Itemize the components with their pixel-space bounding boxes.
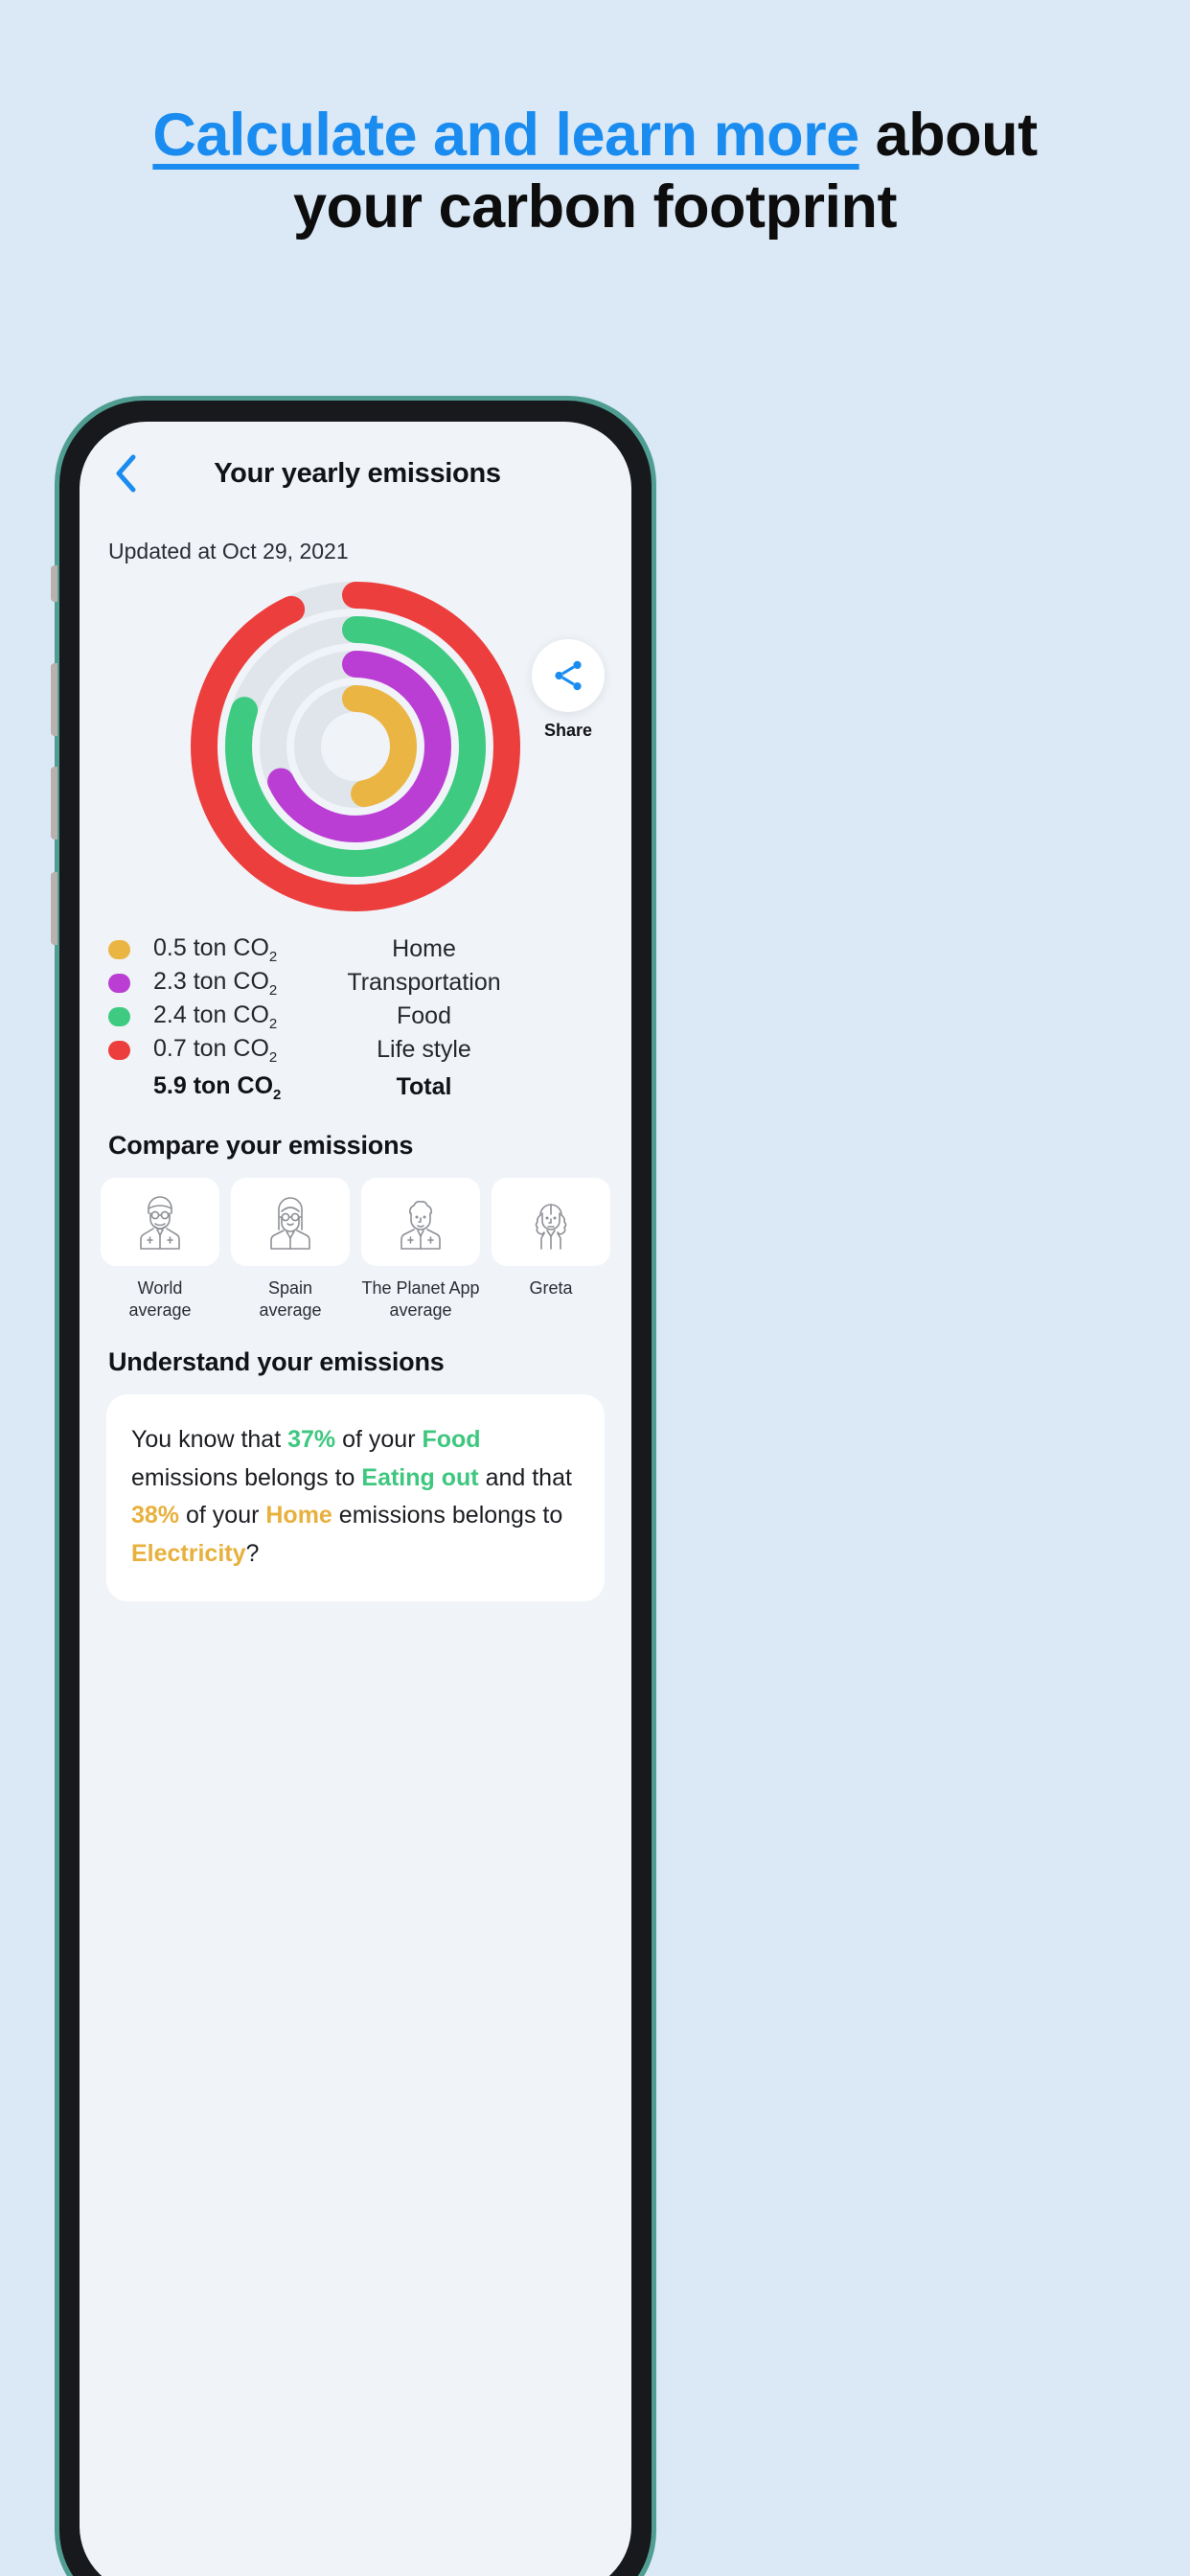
understand-text-fragment: emissions belongs to: [131, 1463, 362, 1491]
updated-at-text: Updated at Oct 29, 2021: [108, 539, 349, 564]
understand-text-fragment: Home: [265, 1502, 332, 1529]
legend-category: Food: [397, 1002, 451, 1029]
understand-text-fragment: 37%: [287, 1426, 336, 1453]
avatar-curly-man-icon: [400, 1201, 441, 1250]
legend-value: 2.3 ton CO2: [153, 967, 278, 999]
chevron-left-icon: [116, 454, 136, 493]
page-title: Your yearly emissions: [214, 457, 501, 489]
understand-text-fragment: of your: [179, 1502, 266, 1529]
understand-text-fragment: Food: [422, 1426, 481, 1453]
compare-section-title: Compare your emissions: [108, 1131, 414, 1160]
legend-color-swatch: [108, 973, 130, 993]
legend-total-spacer: [108, 1078, 130, 1097]
compare-card[interactable]: [231, 1178, 350, 1266]
understand-text-fragment: emissions belongs to: [332, 1502, 563, 1529]
compare-item-greta[interactable]: Greta: [492, 1178, 610, 1321]
compare-label: The Planet App average: [361, 1278, 480, 1320]
legend-category: Transportation: [347, 969, 501, 996]
phone-silent-switch[interactable]: [51, 565, 57, 602]
back-button[interactable]: [104, 452, 147, 494]
share-icon: [555, 660, 582, 691]
compare-label: Spain average: [259, 1278, 322, 1320]
app-header: Your yearly emissions: [80, 422, 631, 525]
legend-row: 2.3 ton CO2 Transportation: [108, 966, 603, 1000]
compare-row: World average Spain average The Planet A…: [80, 1161, 631, 1321]
legend-category: Life style: [377, 1036, 471, 1063]
legend-color-swatch: [108, 1040, 130, 1060]
legend-category: Home: [392, 935, 456, 962]
understand-text-fragment: Eating out: [361, 1463, 479, 1491]
phone-volume-up-button[interactable]: [51, 663, 57, 736]
understand-text-fragment: and that: [478, 1463, 572, 1491]
phone-volume-down-button[interactable]: [51, 767, 57, 840]
phone-power-button[interactable]: [51, 872, 57, 945]
compare-item-spain-average[interactable]: Spain average: [231, 1178, 350, 1321]
legend-row: 0.7 ton CO2 Life style: [108, 1033, 603, 1067]
understand-text-fragment: Electricity: [131, 1539, 246, 1567]
avatar-woman-glasses-icon: [270, 1197, 310, 1250]
avatar-braided-woman-icon: [535, 1204, 567, 1250]
compare-card[interactable]: [101, 1178, 219, 1266]
legend-total-row: 5.9 ton CO2 Total: [108, 1070, 603, 1104]
donut-rings: [191, 582, 520, 911]
share-button-label: Share: [543, 721, 593, 740]
understand-section-title: Understand your emissions: [108, 1347, 445, 1376]
legend-color-swatch: [108, 1006, 130, 1026]
understand-card: You know that 37% of your Food emissions…: [106, 1394, 605, 1601]
share-button[interactable]: Share: [532, 639, 605, 741]
legend-total-value: 5.9 ton CO2: [153, 1071, 282, 1103]
compare-label: Greta: [529, 1278, 573, 1298]
legend-row: 2.4 ton CO2 Food: [108, 1000, 603, 1033]
legend-value: 0.5 ton CO2: [153, 933, 278, 965]
compare-card[interactable]: [492, 1178, 610, 1266]
understand-text-fragment: ?: [245, 1539, 260, 1567]
phone-screen: Your yearly emissions Updated at Oct 29,…: [80, 422, 631, 2576]
headline-link[interactable]: Calculate and learn more: [152, 102, 859, 169]
understand-text-fragment: You know that: [131, 1426, 288, 1453]
share-button-circle[interactable]: [532, 639, 605, 712]
understand-text-fragment: of your: [335, 1426, 423, 1453]
marketing-page: Calculate and learn more about your carb…: [0, 0, 1190, 2576]
legend-total-label: Total: [396, 1073, 452, 1100]
compare-item-planet-app-average[interactable]: The Planet App average: [361, 1178, 480, 1321]
compare-item-world-average[interactable]: World average: [101, 1178, 219, 1321]
page-headline: Calculate and learn more about your carb…: [86, 100, 1104, 243]
avatar-bearded-man-icon: [140, 1196, 180, 1250]
compare-card[interactable]: [361, 1178, 480, 1266]
understand-text: You know that 37% of your Food emissions…: [131, 1421, 580, 1573]
emissions-donut-chart: Share: [80, 574, 631, 919]
understand-text-fragment: 38%: [131, 1502, 180, 1529]
compare-label: World average: [128, 1278, 192, 1320]
legend-value: 0.7 ton CO2: [153, 1034, 278, 1066]
legend-row: 0.5 ton CO2 Home: [108, 932, 603, 966]
legend-color-swatch: [108, 939, 130, 959]
emissions-legend: 0.5 ton CO2 Home 2.3 ton CO2 Transportat…: [80, 932, 631, 1104]
legend-value: 2.4 ton CO2: [153, 1000, 278, 1032]
